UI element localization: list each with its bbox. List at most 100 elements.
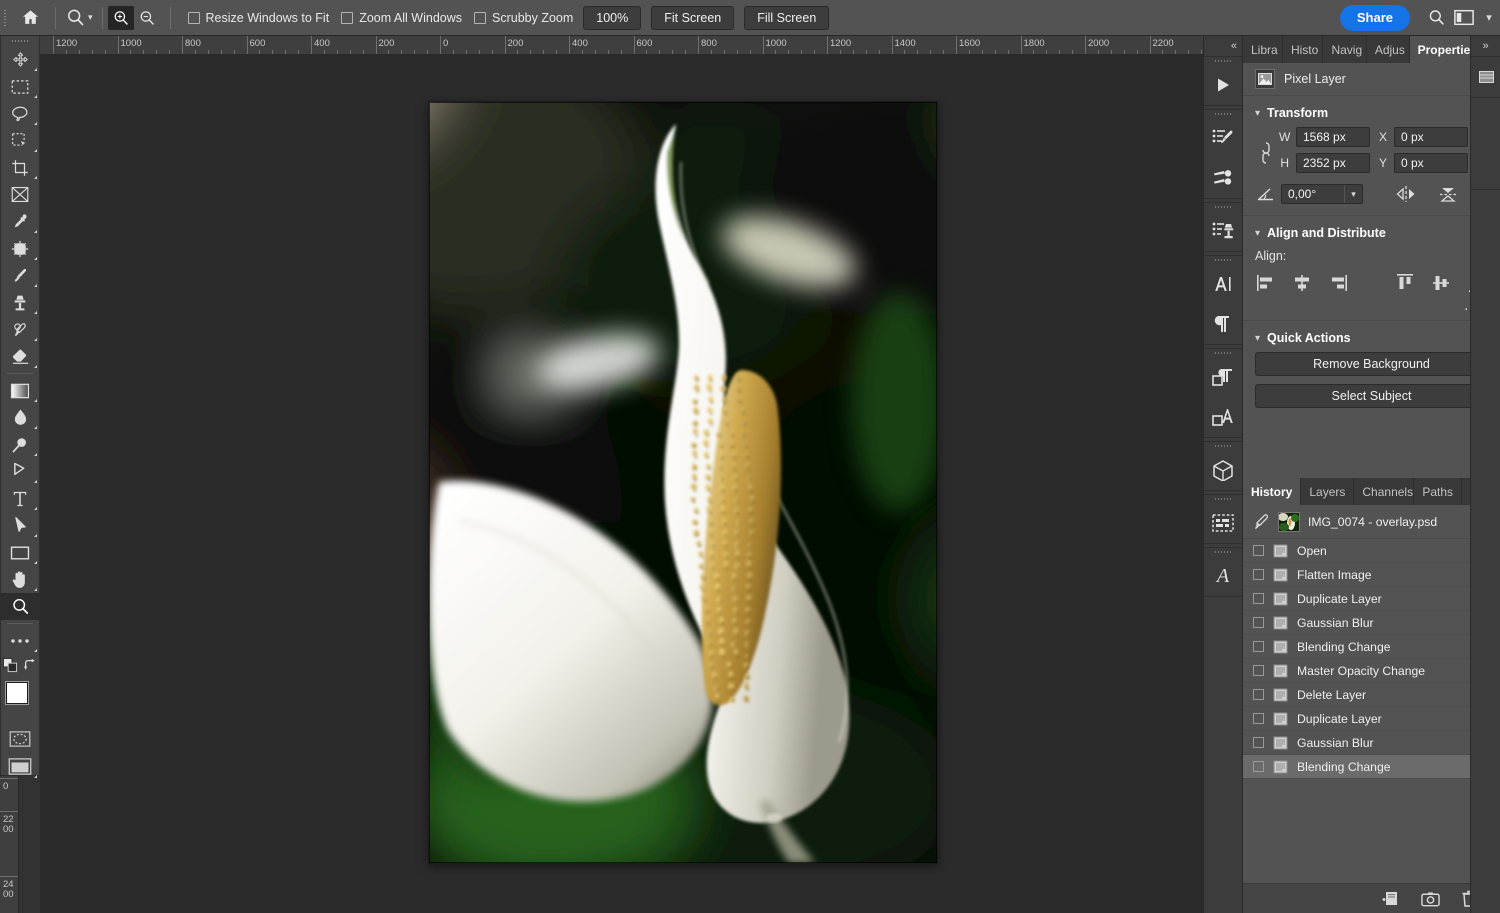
history-source-checkbox[interactable] <box>1253 761 1264 772</box>
timeline-panel-button[interactable] <box>1204 503 1242 543</box>
tab-histogram[interactable]: Histo <box>1283 36 1324 63</box>
flip-horizontal-icon[interactable] <box>1395 183 1417 205</box>
rectangle-tool[interactable] <box>1 539 39 566</box>
brush-settings-panel-button[interactable] <box>1204 118 1242 158</box>
angle-field[interactable]: ▾ <box>1281 184 1363 204</box>
foreground-color-swatch[interactable] <box>6 682 28 704</box>
quick-mask-button[interactable] <box>1 726 39 752</box>
dock-grip[interactable] <box>1204 548 1242 556</box>
object-selection-tool[interactable] <box>1 127 39 154</box>
select-subject-button[interactable]: Select Subject <box>1255 384 1488 408</box>
workspace-switcher-button[interactable] <box>1450 0 1478 36</box>
panel-menu-button[interactable] <box>1471 57 1500 97</box>
remove-background-button[interactable]: Remove Background <box>1255 352 1488 376</box>
fill-screen-button[interactable]: Fill Screen <box>744 6 829 30</box>
align-top-edges-icon[interactable] <box>1394 272 1416 294</box>
crop-tool[interactable] <box>1 154 39 181</box>
tab-layers[interactable]: Layers <box>1301 478 1354 505</box>
brushes-panel-button[interactable] <box>1204 158 1242 198</box>
clone-stamp-tool[interactable] <box>1 289 39 316</box>
history-source-checkbox[interactable] <box>1253 617 1264 628</box>
history-source-checkbox[interactable] <box>1253 641 1264 652</box>
current-tool-preview[interactable]: ▾ <box>61 7 97 28</box>
blur-tool[interactable] <box>1 404 39 431</box>
dodge-tool[interactable] <box>1 431 39 458</box>
history-state-row[interactable]: Flatten Image <box>1243 563 1500 587</box>
fit-screen-button[interactable]: Fit Screen <box>651 6 734 30</box>
tab-navigator[interactable]: Navig <box>1323 36 1366 63</box>
history-source-checkbox[interactable] <box>1253 593 1264 604</box>
eyedropper-tool[interactable] <box>1 208 39 235</box>
history-state-row[interactable]: Blending Change <box>1243 635 1500 659</box>
history-brush-source-icon[interactable] <box>1253 513 1270 530</box>
transform-section-header[interactable]: ▾ Transform <box>1243 104 1500 127</box>
glyphs-panel-button[interactable]: A <box>1204 556 1242 596</box>
history-state-row[interactable]: Duplicate Layer <box>1243 587 1500 611</box>
history-state-row[interactable]: Gaussian Blur <box>1243 731 1500 755</box>
home-button[interactable] <box>10 0 50 36</box>
tab-history[interactable]: History <box>1243 478 1301 505</box>
history-state-row[interactable]: Delete Layer <box>1243 683 1500 707</box>
3d-panel-button[interactable] <box>1204 450 1242 490</box>
quick-actions-header[interactable]: ▾ Quick Actions <box>1243 329 1500 352</box>
document-image[interactable] <box>429 102 937 863</box>
paragraph-styles-panel-button[interactable] <box>1204 357 1242 397</box>
height-input[interactable] <box>1296 153 1370 173</box>
tab-paths[interactable]: Paths <box>1414 478 1462 505</box>
lasso-tool[interactable] <box>1 100 39 127</box>
spot-healing-brush-tool[interactable] <box>1 235 39 262</box>
chevron-down-icon[interactable]: ▾ <box>1344 185 1362 203</box>
history-state-row[interactable]: Open <box>1243 539 1500 563</box>
edit-toolbar-button[interactable] <box>1 627 39 654</box>
dock-grip[interactable] <box>1204 495 1242 503</box>
horizontal-ruler[interactable]: 1200100080060040020002004006008001000120… <box>40 36 1203 55</box>
tab-properties[interactable]: Properties <box>1410 36 1478 63</box>
zoom-in-button[interactable] <box>108 6 134 30</box>
align-left-edges-icon[interactable] <box>1255 272 1277 294</box>
y-input[interactable] <box>1394 153 1468 173</box>
history-state-row[interactable]: Duplicate Layer <box>1243 707 1500 731</box>
align-vertical-centers-icon[interactable] <box>1430 272 1452 294</box>
scrubby-zoom-checkbox[interactable]: Scrubby Zoom <box>474 11 573 25</box>
character-panel-button[interactable] <box>1204 264 1242 304</box>
angle-input[interactable] <box>1282 185 1344 203</box>
clone-source-panel-button[interactable] <box>1204 211 1242 251</box>
history-state-row-current[interactable]: Blending Change <box>1243 755 1500 779</box>
canvas-area[interactable] <box>40 55 1203 913</box>
type-tool[interactable] <box>1 485 39 512</box>
frame-tool[interactable] <box>1 181 39 208</box>
align-section-header[interactable]: ▾ Align and Distribute <box>1243 224 1500 247</box>
vertical-ruler[interactable]: 022002400 <box>0 776 19 913</box>
align-horizontal-centers-icon[interactable] <box>1291 272 1313 294</box>
zoom-tool[interactable] <box>1 593 39 620</box>
tab-channels[interactable]: Channels <box>1354 478 1414 505</box>
dock-grip[interactable] <box>1204 349 1242 357</box>
history-source-checkbox[interactable] <box>1253 713 1264 724</box>
width-input[interactable] <box>1296 127 1370 147</box>
history-snapshot-row[interactable]: IMG_0074 - overlay.psd <box>1243 505 1500 539</box>
default-colors-icon[interactable] <box>3 658 18 673</box>
path-selection-tool[interactable] <box>1 512 39 539</box>
workspace-chevron-button[interactable]: ▾ <box>1478 0 1500 36</box>
new-snapshot-icon[interactable] <box>1420 889 1440 909</box>
dock-grip[interactable] <box>1204 110 1242 118</box>
options-bar-grip[interactable] <box>0 0 10 36</box>
resize-windows-to-fit-checkbox[interactable]: Resize Windows to Fit <box>188 11 330 25</box>
history-source-checkbox[interactable] <box>1253 737 1264 748</box>
gradient-tool[interactable] <box>1 377 39 404</box>
zoom-100-button[interactable]: 100% <box>583 6 641 30</box>
history-state-row[interactable]: Gaussian Blur <box>1243 611 1500 635</box>
hand-tool[interactable] <box>1 566 39 593</box>
swap-colors-icon[interactable] <box>23 658 37 672</box>
align-right-edges-icon[interactable] <box>1327 272 1349 294</box>
document-window[interactable] <box>429 102 937 863</box>
history-source-checkbox[interactable] <box>1253 545 1264 556</box>
new-document-from-state-icon[interactable] <box>1380 889 1400 909</box>
history-state-row[interactable]: Master Opacity Change <box>1243 659 1500 683</box>
zoom-out-button[interactable] <box>134 6 160 30</box>
pen-tool[interactable] <box>1 458 39 485</box>
search-button[interactable] <box>1422 0 1450 36</box>
tab-adjustments[interactable]: Adjus <box>1367 36 1410 63</box>
dock-grip[interactable] <box>1204 442 1242 450</box>
expand-panels-icon[interactable]: » <box>1471 36 1500 56</box>
